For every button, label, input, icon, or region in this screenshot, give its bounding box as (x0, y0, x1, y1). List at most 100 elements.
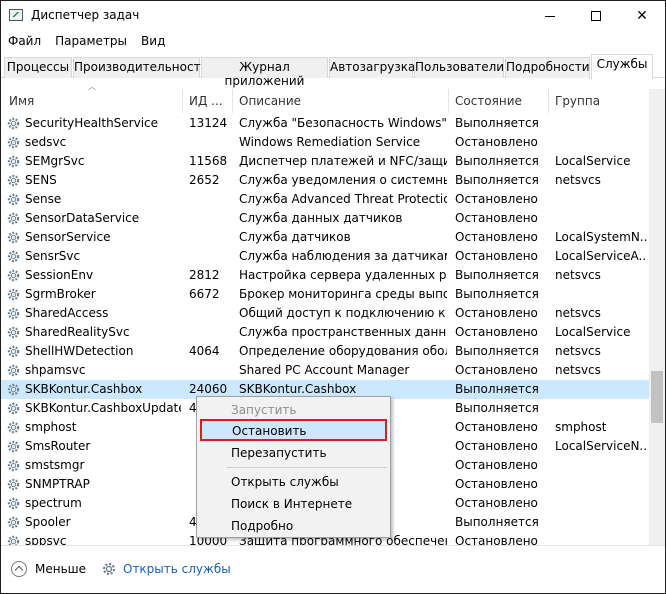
table-row[interactable]: SharedAccess Общий доступ к подключению к… (1, 304, 649, 323)
table-row[interactable]: Sense Служба Advanced Threat Protectio...… (1, 190, 649, 209)
table-row[interactable]: ShellHWDetection 4064 Определение оборудов… (1, 342, 649, 361)
menu-item-restart[interactable]: Перезапустить (197, 442, 390, 464)
service-pid: 24060 (189, 382, 228, 396)
service-group: netsvcs (555, 173, 601, 187)
menu-view[interactable]: Вид (134, 32, 172, 52)
table-row[interactable]: SensrSvc Служба наблюдения за датчиками Ос… (1, 247, 649, 266)
column-header-description[interactable]: Описание (233, 89, 447, 113)
service-state: Остановлено (455, 477, 538, 491)
tab-users[interactable]: Пользователи (414, 57, 504, 78)
service-name: SensorDataService (25, 211, 140, 225)
service-gear-icon (7, 478, 20, 491)
service-gear-icon (7, 250, 20, 263)
chevron-up-circle-icon (11, 561, 27, 577)
service-name: ShellHWDetection (25, 344, 134, 358)
table-row[interactable]: SecurityHealthService 13124 Служба "Безопа… (1, 114, 649, 133)
service-gear-icon (7, 383, 20, 396)
service-pid: 2812 (189, 268, 220, 282)
service-name: SessionEnv (25, 268, 94, 282)
service-description: Диспетчер платежей и NFC/защи... (239, 154, 447, 168)
service-group: LocalService (555, 154, 631, 168)
service-name: SENS (25, 173, 57, 187)
tab-services[interactable]: Службы (591, 54, 653, 79)
table-row[interactable]: SgrmBroker 6672 Брокер мониторинга среды в… (1, 285, 649, 304)
menu-item-stop[interactable]: Остановить (200, 419, 387, 441)
menu-separator (227, 467, 387, 468)
minimize-button[interactable] (527, 1, 573, 31)
minimize-icon (545, 15, 555, 17)
column-header-name[interactable]: Имя (3, 89, 181, 113)
service-state: Выполняется (455, 382, 539, 396)
less-details-button[interactable]: Меньше (11, 561, 86, 577)
service-name: SEMgrSvc (25, 154, 85, 168)
service-state: Остановлено (455, 249, 538, 263)
tab-app-history[interactable]: Журнал приложений (201, 57, 328, 88)
vertical-scrollbar[interactable] (649, 89, 665, 545)
menu-item-search-online[interactable]: Поиск в Интернете (197, 493, 390, 515)
table-row[interactable]: SessionEnv 2812 Настройка сервера удаленны… (1, 266, 649, 285)
service-gear-icon (7, 535, 20, 545)
service-state: Остановлено (455, 211, 538, 225)
table-row[interactable]: SensorService Служба датчиков Остановлено L… (1, 228, 649, 247)
service-pid: 2652 (189, 173, 220, 187)
service-description: Брокер мониторинга среды выпол... (239, 287, 447, 301)
service-name: SecurityHealthService (25, 116, 159, 130)
service-description: Shared PC Account Manager (239, 363, 410, 377)
service-state: Выполняется (455, 401, 539, 415)
service-state: Остановлено (455, 325, 538, 339)
menu-file[interactable]: Файл (1, 32, 48, 52)
service-description: Определение оборудования обол... (239, 344, 447, 358)
tab-details[interactable]: Подробности (505, 57, 590, 78)
service-state: Остановлено (455, 192, 538, 206)
service-group: netsvcs (555, 306, 601, 320)
window-title: Диспетчер задач (31, 8, 140, 22)
maximize-button[interactable] (573, 1, 619, 31)
column-header-group[interactable]: Группа (549, 89, 649, 113)
service-group: LocalService (555, 325, 631, 339)
service-state: Выполняется (455, 173, 539, 187)
table-row[interactable]: SharedRealitySvc Служба пространственных … (1, 323, 649, 342)
service-name: SgrmBroker (25, 287, 96, 301)
service-gear-icon (7, 364, 20, 377)
table-header: Имя ИД ... Описание Состояние Группа (1, 89, 649, 113)
service-gear-icon (7, 288, 20, 301)
service-description: Общий доступ к подключению к ... (239, 306, 447, 320)
tab-performance[interactable]: Производительность (73, 57, 208, 78)
service-state: Остановлено (455, 420, 538, 434)
service-name: smstsmgr (25, 458, 85, 472)
tab-processes[interactable]: Процессы (4, 57, 72, 78)
scrollbar-thumb[interactable] (651, 371, 663, 423)
service-state: Остановлено (455, 439, 538, 453)
menu-options[interactable]: Параметры (48, 32, 134, 52)
service-gear-icon (7, 497, 20, 510)
table-row[interactable]: shpamsvc Shared PC Account Manager Останов… (1, 361, 649, 380)
service-pid: 4064 (189, 344, 220, 358)
service-gear-icon (7, 155, 20, 168)
open-services-link[interactable]: Открыть службы (101, 561, 231, 577)
table-row[interactable]: SEMgrSvc 11568 Диспетчер платежей и NFC/за… (1, 152, 649, 171)
table-row[interactable]: sedsvc Windows Remediation Service Останов… (1, 133, 649, 152)
service-state: Выполняется (455, 287, 539, 301)
table-row[interactable]: SENS 2652 Служба уведомления о системных..… (1, 171, 649, 190)
service-gear-icon (7, 269, 20, 282)
less-details-label: Меньше (35, 562, 87, 576)
service-state: Выполняется (455, 515, 539, 529)
service-state: Остановлено (455, 135, 538, 149)
service-state: Остановлено (455, 230, 538, 244)
service-state: Остановлено (455, 496, 538, 510)
service-gear-icon (7, 174, 20, 187)
menu-item-details[interactable]: Подробно (197, 515, 390, 537)
service-gear-icon (7, 307, 20, 320)
service-group: netsvcs (555, 344, 601, 358)
table-row[interactable]: SensorDataService Служба данных датчиков О… (1, 209, 649, 228)
service-gear-icon (7, 459, 20, 472)
close-button[interactable]: ✕ (619, 1, 665, 31)
service-name: sedsvc (25, 135, 67, 149)
service-description: Настройка сервера удаленных раб... (239, 268, 447, 282)
menu-item-open-services[interactable]: Открыть службы (197, 471, 390, 493)
tab-startup[interactable]: Автозагрузка (329, 57, 415, 78)
service-gear-icon (7, 136, 20, 149)
column-header-state[interactable]: Состояние (449, 89, 547, 113)
column-header-pid[interactable]: ИД ... (183, 89, 231, 113)
service-state: Выполняется (455, 344, 539, 358)
